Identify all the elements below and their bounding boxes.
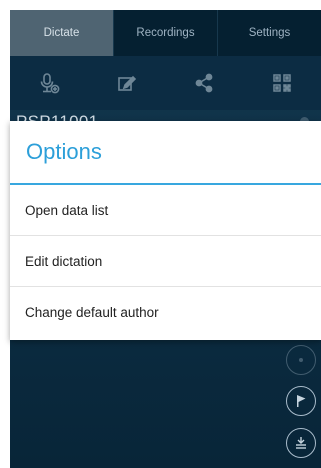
qr-code-icon[interactable] (243, 56, 321, 110)
option-open-data-list[interactable]: Open data list (10, 185, 321, 236)
tab-settings[interactable]: Settings (218, 10, 321, 56)
dot-icon[interactable] (286, 345, 316, 375)
microphone-add-icon[interactable] (10, 56, 88, 110)
share-icon[interactable] (166, 56, 244, 110)
option-change-default-author[interactable]: Change default author (10, 287, 321, 338)
insert-icon[interactable] (286, 428, 316, 458)
tab-dictate[interactable]: Dictate (10, 10, 114, 56)
tab-bar: Dictate Recordings Settings (10, 10, 321, 56)
option-edit-dictation[interactable]: Edit dictation (10, 236, 321, 287)
options-dialog: Options Open data list Edit dictation Ch… (10, 121, 321, 340)
tab-recordings[interactable]: Recordings (114, 10, 218, 56)
toolbar (10, 56, 321, 110)
dialog-title: Options (10, 121, 321, 185)
flag-icon[interactable] (286, 386, 316, 416)
edit-icon[interactable] (88, 56, 166, 110)
